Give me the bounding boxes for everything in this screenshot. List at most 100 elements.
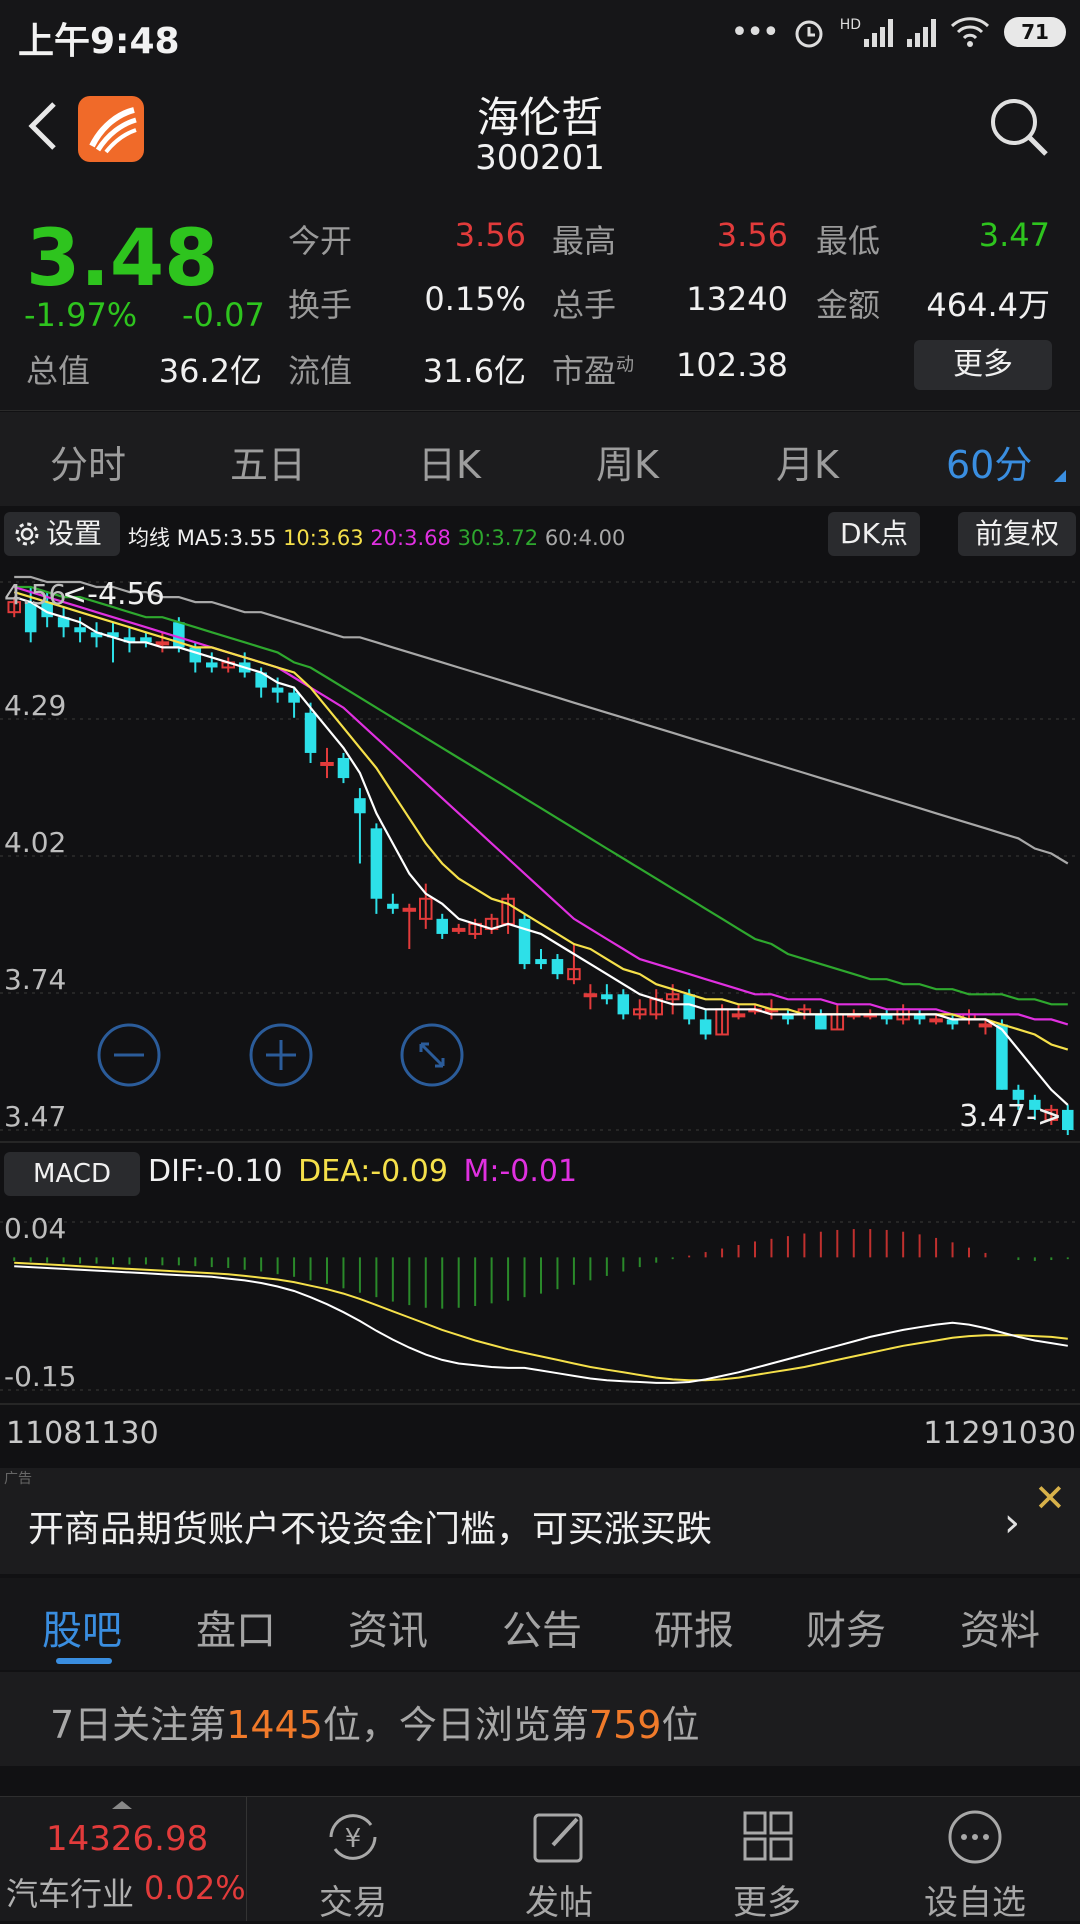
candle-body (370, 828, 383, 899)
active-tab-indicator (56, 1658, 112, 1664)
wifi-icon (950, 17, 990, 47)
candle-body (535, 959, 547, 965)
candle-body (304, 712, 317, 753)
nav-post-label: 发帖 (525, 1883, 593, 1923)
max-price-marker: <-4.56 (62, 577, 165, 612)
adjust-button[interactable]: 前复权 (958, 512, 1076, 556)
search-icon[interactable] (988, 96, 1052, 160)
close-icon[interactable]: ✕ (1034, 1476, 1066, 1520)
y-tick-label: 4.02 (4, 826, 66, 859)
ma30-line (14, 585, 1068, 1006)
network-label: HD (839, 17, 861, 33)
index-name: 汽车行业 (6, 1875, 135, 1913)
candle-body (74, 627, 86, 633)
alarm-icon (795, 20, 823, 48)
index-value: 14326.98 (46, 1819, 209, 1859)
candle-body (551, 959, 564, 975)
ma5-value: MA5:3.55 (176, 526, 277, 550)
zoom-in-icon[interactable] (248, 1022, 314, 1088)
candle-body (387, 903, 399, 909)
tab-order-book[interactable]: 盘口 (196, 1598, 276, 1656)
tab-announcements[interactable]: 公告 (502, 1598, 582, 1656)
nav-trade-label: 交易 (319, 1883, 387, 1923)
follow-rank: 1445 (226, 1703, 323, 1747)
candle-body (601, 994, 613, 1000)
tab-financials[interactable]: 财务 (806, 1598, 886, 1656)
candle-body (978, 1023, 993, 1028)
macd-button[interactable]: MACD (4, 1152, 140, 1196)
tab-daily-k[interactable]: 日K (418, 434, 481, 489)
settings-label: 设置 (46, 517, 103, 550)
turnover-label: 换手 (288, 286, 353, 324)
ad-banner[interactable]: 广告 开商品期货账户不设资金门槛，可买涨买跌 › ✕ (0, 1468, 1080, 1574)
candle-body (583, 993, 598, 998)
post-icon (533, 1813, 583, 1863)
tab-stock-forum[interactable]: 股吧 (42, 1598, 122, 1656)
status-time: 上午9:48 (18, 21, 180, 62)
open-label: 今开 (288, 222, 353, 260)
macd-values: DIF:-0.10 DEA:-0.09 M:-0.01 (148, 1154, 577, 1189)
pe-value: 102.38 (676, 346, 788, 384)
period-tabs: 分时 五日 日K 周K 月K 60分 (0, 412, 1080, 506)
macd-top-label: 0.04 (4, 1212, 66, 1245)
candle-body (189, 647, 202, 663)
y-tick-label: 4.56 (4, 578, 66, 611)
rank-line: 7日关注第1445位，今日浏览第759位 (50, 1703, 700, 1747)
more-button[interactable]: 更多 (914, 340, 1052, 390)
settings-button[interactable]: 设置 (4, 512, 120, 556)
zoom-out-icon[interactable] (96, 1022, 162, 1088)
ma60-value: 60:4.00 (544, 526, 626, 550)
nav-post[interactable]: 发帖 (484, 1807, 634, 1924)
ad-tag: 广告 (4, 1471, 32, 1487)
candle-body (206, 662, 218, 668)
more-dots-icon (948, 1810, 1002, 1864)
trade-icon: ¥ (329, 1814, 377, 1860)
sector-index[interactable]: 14326.98 汽车行业 0.02% (0, 1797, 247, 1921)
nav-more[interactable]: 更多 (692, 1807, 842, 1924)
candle-body (699, 1019, 712, 1035)
tab-five-day[interactable]: 五日 (230, 434, 306, 489)
fullscreen-icon[interactable] (399, 1022, 465, 1088)
ad-text[interactable]: 开商品期货账户不设资金门槛，可买涨买跌 (28, 1500, 712, 1552)
browse-rank: 759 (588, 1703, 662, 1747)
candle-body (815, 1014, 827, 1030)
index-percent: 0.02% (144, 1869, 246, 1907)
tab-weekly-k[interactable]: 周K (596, 434, 659, 489)
tab-monthly-k[interactable]: 月K (776, 434, 839, 489)
turnover-value: 0.15% (424, 280, 526, 318)
nav-trade[interactable]: ¥ 交易 (278, 1807, 428, 1924)
ma10-value: 10:3.63 (283, 526, 364, 550)
amount-value: 464.4万 (926, 286, 1050, 324)
candlestick-chart[interactable]: 4.56 4.29 4.02 3.74 3.47 <-4.56 3.47-> (0, 562, 1080, 1144)
dea-value: DEA:-0.09 (298, 1154, 448, 1189)
candle-body (929, 1018, 943, 1023)
candle-body (683, 994, 695, 1020)
macd-chart[interactable]: 0.04 -0.15 (0, 1200, 1080, 1406)
candle-body (271, 687, 284, 693)
open-value: 3.56 (454, 216, 526, 254)
ma-values: 均线 MA5:3.55 10:3.63 20:3.68 30:3.72 60:4… (128, 522, 625, 552)
candle-body (402, 907, 417, 912)
signal-icon (907, 17, 936, 47)
status-icons: ••• HD 71 (731, 10, 1066, 54)
candle-body (337, 757, 350, 779)
pe-label: 市盈动 (552, 352, 635, 390)
tab-profile[interactable]: 资料 (960, 1598, 1040, 1656)
tab-intraday[interactable]: 分时 (50, 434, 126, 489)
tab-research[interactable]: 研报 (654, 1598, 734, 1656)
tab-60-min[interactable]: 60分 (946, 434, 1032, 489)
dk-point-button[interactable]: DK点 (828, 512, 920, 556)
high-value: 3.56 (716, 216, 788, 254)
volume-value: 13240 (686, 280, 788, 318)
ma30-value: 30:3.72 (457, 526, 539, 550)
candle-body (155, 641, 170, 646)
bottom-nav: 14326.98 汽车行业 0.02% ¥ 交易 发帖 更多 设自选 (0, 1796, 1080, 1924)
y-tick-label: 4.29 (4, 689, 66, 722)
candle-body (1062, 1109, 1074, 1130)
nav-add-watchlist-label: 设自选 (924, 1883, 1026, 1923)
tab-news[interactable]: 资讯 (348, 1598, 428, 1656)
candle-body (451, 927, 466, 932)
nav-add-watchlist[interactable]: 设自选 (900, 1807, 1050, 1924)
chevron-right-icon[interactable]: › (1004, 1500, 1020, 1546)
candle-body (436, 918, 448, 934)
